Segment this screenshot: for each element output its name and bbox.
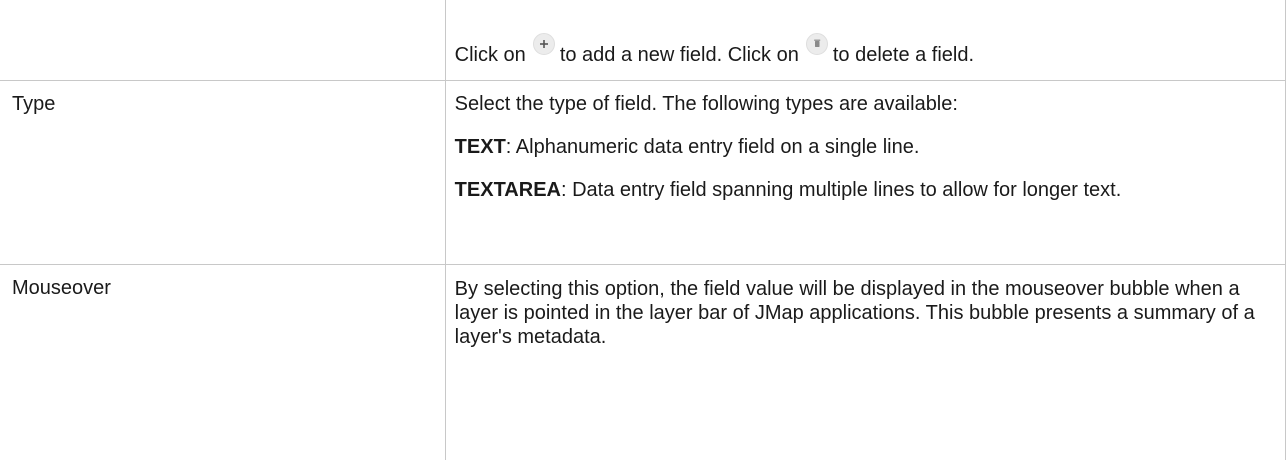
- mouseover-description: By selecting this option, the field valu…: [454, 278, 1255, 348]
- field-description-table: Click on to add a new field. Click on to d…: [0, 0, 1286, 460]
- instruction-text-2: to add a new field. Click on: [559, 44, 799, 66]
- option-textarea: TEXTAREA: Data entry field spanning mult…: [455, 179, 1273, 202]
- table-cell-description: Select the type of field. The following …: [444, 80, 1286, 265]
- instruction-text-1: Click on: [454, 44, 526, 66]
- option-text: TEXT: Alphanumeric data entry field on a…: [455, 136, 1273, 159]
- table-cell-description: By selecting this option, the field valu…: [444, 264, 1286, 460]
- row-label: Type: [12, 93, 56, 115]
- option-description: : Data entry field spanning multiple lin…: [560, 179, 1122, 201]
- type-intro-text: Select the type of field. The following …: [454, 93, 958, 115]
- table-row: Mouseover By selecting this option, the …: [0, 264, 1286, 460]
- add-delete-instruction: Click on to add a new field. Click on to d…: [455, 33, 1273, 67]
- table-row: Click on to add a new field. Click on to d…: [0, 0, 1286, 81]
- option-term: TEXTAREA: [454, 179, 561, 201]
- table-cell-label: [0, 0, 446, 81]
- option-term: TEXT: [454, 136, 506, 158]
- row-label: Mouseover: [12, 277, 111, 299]
- instruction-text-3: to delete a field.: [832, 44, 975, 66]
- table-cell-description: Click on to add a new field. Click on to d…: [444, 0, 1286, 81]
- table-cell-label: Type: [0, 80, 446, 265]
- plus-icon: [532, 33, 555, 55]
- trash-icon: [805, 33, 828, 55]
- table-row: Type Select the type of field. The follo…: [0, 80, 1286, 265]
- row-label: [0, 0, 445, 12]
- option-description: : Alphanumeric data entry field on a sin…: [505, 136, 920, 158]
- table-cell-label: Mouseover: [0, 264, 446, 460]
